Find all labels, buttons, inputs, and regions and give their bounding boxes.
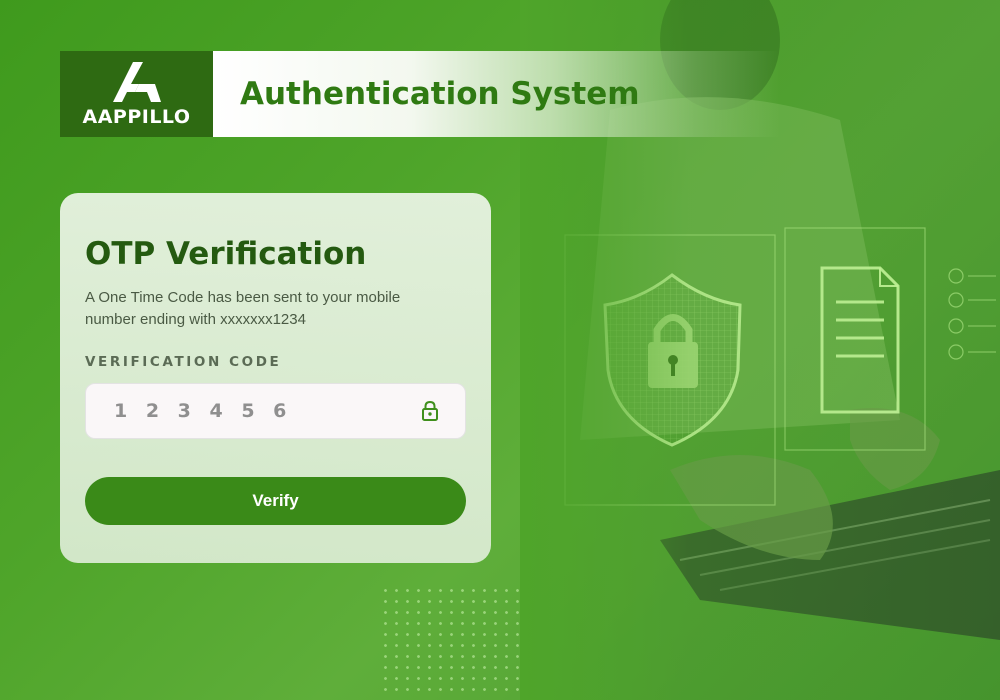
verification-code-value[interactable]: 1 2 3 4 5 6 [114,400,292,422]
brand-name: AAPPILLO [82,106,191,128]
brand-logo: AAPPILLO [60,51,213,137]
letter-a-logo-icon [112,62,161,102]
otp-card: OTP Verification A One Time Code has bee… [60,193,491,563]
verification-code-input[interactable]: 1 2 3 4 5 6 [85,383,466,439]
verification-code-label: VERIFICATION CODE [85,354,282,370]
decorative-dot-grid [380,585,520,695]
page-title: Authentication System [240,76,640,112]
verify-button[interactable]: Verify [85,477,466,525]
title-strip: Authentication System [213,51,780,137]
lock-icon [422,400,438,421]
card-description: A One Time Code has been sent to your mo… [85,289,401,328]
card-title: OTP Verification [85,236,367,272]
header-banner: AAPPILLO Authentication System [60,51,780,137]
